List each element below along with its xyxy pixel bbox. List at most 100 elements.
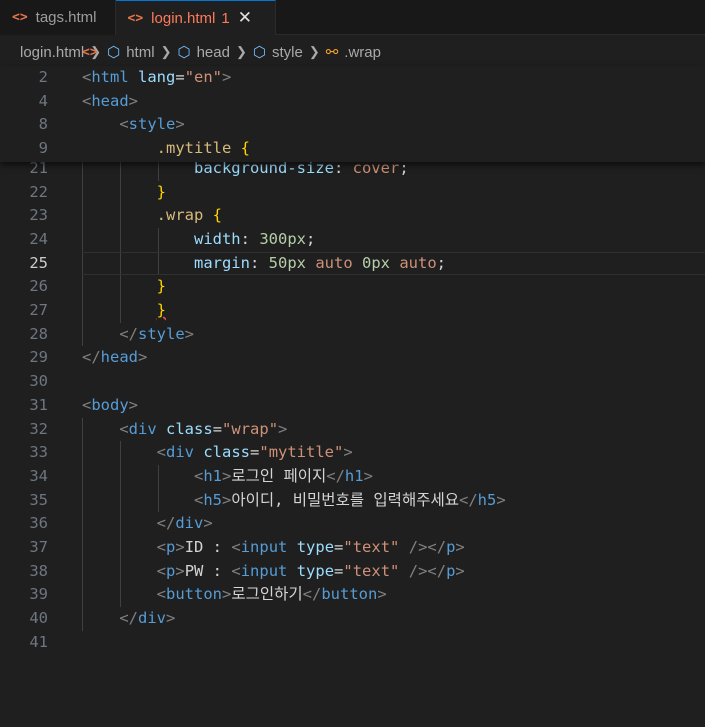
code-token: > [166, 609, 176, 628]
tab-tags-html[interactable]: <> tags.html [0, 0, 116, 35]
code-line[interactable]: 39 <button>로그인하기</button> [0, 583, 705, 607]
code-line[interactable]: 23 .wrap { [0, 204, 705, 228]
code-token: > [175, 538, 185, 556]
line-number: 9 [38, 139, 48, 158]
code-token: > [128, 395, 139, 414]
code-text: <style> [82, 113, 184, 137]
code-line[interactable]: 4 <head> [0, 90, 705, 114]
code-token: < [156, 561, 166, 580]
code-token: div [138, 609, 166, 628]
tab-label: tags.html [35, 9, 97, 26]
code-token: > [184, 324, 195, 343]
code-token: /></ [408, 561, 447, 580]
code-token: < [156, 443, 166, 462]
tab-bar: <> tags.html <> login.html 1 ✕ [0, 0, 705, 35]
code-line[interactable]: 32 <div class="wrap"> [0, 418, 705, 442]
chevron-right-icon: ❯ [308, 44, 320, 59]
code-token: 로그인 페이지 [231, 466, 327, 485]
code-token: class [166, 419, 213, 438]
code-token: "text" [343, 538, 400, 556]
code-token: auto [315, 253, 353, 272]
code-editor[interactable]: 17 border-radius: 8px;1819 background-im… [0, 66, 705, 727]
close-icon[interactable]: ✕ [238, 8, 252, 28]
code-line[interactable]: 22 } [0, 181, 705, 205]
code-token: .wrap [156, 206, 204, 225]
line-number: 28 [29, 324, 48, 343]
code-line[interactable]: 25 margin: 50px auto 0px auto; [0, 251, 705, 276]
code-line[interactable]: 30 [0, 370, 705, 394]
code-token: < [193, 466, 204, 485]
code-token: h1 [203, 466, 222, 485]
code-text: <button>로그인하기</button> [82, 583, 387, 607]
code-line[interactable]: 31 <body> [0, 394, 705, 418]
breadcrumb-html[interactable]: ⬡ html [107, 43, 154, 62]
code-token: : [249, 253, 269, 272]
breadcrumb-file[interactable]: <> login.html [20, 43, 98, 61]
code-line[interactable]: 41 [0, 631, 705, 655]
code-text: <body> [82, 394, 138, 418]
code-line[interactable]: 37 <p>ID : <input type="text" /></p> [0, 536, 705, 560]
element-cube-icon: ⬡ [177, 44, 191, 61]
code-text: } [82, 181, 166, 205]
code-token: style [128, 115, 176, 134]
tab-login-html[interactable]: <> login.html 1 ✕ [115, 0, 276, 35]
code-line[interactable]: 9 .mytitle { [0, 137, 705, 161]
code-token: div [128, 419, 157, 438]
code-token: html [91, 68, 129, 86]
code-text: </style> [82, 323, 194, 347]
breadcrumb-style[interactable]: ⬡ style [253, 43, 303, 62]
code-token: </ [326, 466, 345, 485]
code-line[interactable]: 8 <style> [0, 113, 705, 137]
code-line[interactable]: 28 </style> [0, 323, 705, 347]
code-line[interactable]: 26 } [0, 275, 705, 299]
code-token: input [240, 538, 288, 556]
code-token: head [100, 348, 138, 367]
code-token: type [296, 538, 335, 556]
line-number: 32 [29, 419, 48, 438]
code-token: h5 [203, 490, 222, 509]
code-line[interactable]: 34 <h1>로그인 페이지</h1> [0, 465, 705, 489]
line-number: 26 [29, 277, 48, 296]
breadcrumb-wrap[interactable]: ⚯ .wrap [326, 43, 381, 62]
code-token: > [203, 514, 213, 533]
line-number: 39 [29, 585, 48, 604]
code-line[interactable]: 38 <p>PW : <input type="text" /></p> [0, 560, 705, 584]
sticky-scroll-header[interactable]: 2 <html lang="en"> 4 <head> 8 <style> 9 .myti… [0, 66, 705, 162]
line-number: 30 [29, 372, 48, 391]
code-token: < [156, 585, 166, 604]
code-token: PW : [184, 561, 232, 580]
code-token: </ [82, 348, 101, 367]
code-text: <p>PW : <input type="text" /></p> [82, 560, 465, 584]
code-line[interactable]: 40 </div> [0, 607, 705, 631]
code-token: > [222, 490, 232, 509]
breadcrumb-head[interactable]: ⬡ head [177, 43, 230, 62]
code-token: p [446, 538, 456, 556]
code-token: > [496, 490, 506, 509]
code-token: > [222, 466, 232, 485]
code-line[interactable]: 35 <h5>아이디, 비밀번호를 입력해주세요</h5> [0, 489, 705, 513]
code-line[interactable]: 27 } [0, 299, 705, 323]
code-text: </div> [82, 512, 213, 536]
breadcrumb-label: login.html [20, 43, 85, 61]
html-file-icon: <> [12, 10, 28, 25]
code-line[interactable]: 36 </div> [0, 512, 705, 536]
code-line[interactable]: 24 width: 300px; [0, 228, 705, 252]
code-token: </ [119, 324, 138, 343]
code-text: .mytitle { [82, 137, 250, 161]
breadcrumb-label: head [196, 43, 230, 61]
code-token: button [321, 585, 378, 604]
code-line[interactable]: 2 <html lang="en"> [0, 66, 705, 90]
line-number: 27 [29, 301, 48, 319]
code-line[interactable]: 33 <div class="mytitle"> [0, 441, 705, 465]
code-line[interactable]: 29 </head> [0, 346, 705, 370]
line-number: 31 [29, 395, 48, 414]
